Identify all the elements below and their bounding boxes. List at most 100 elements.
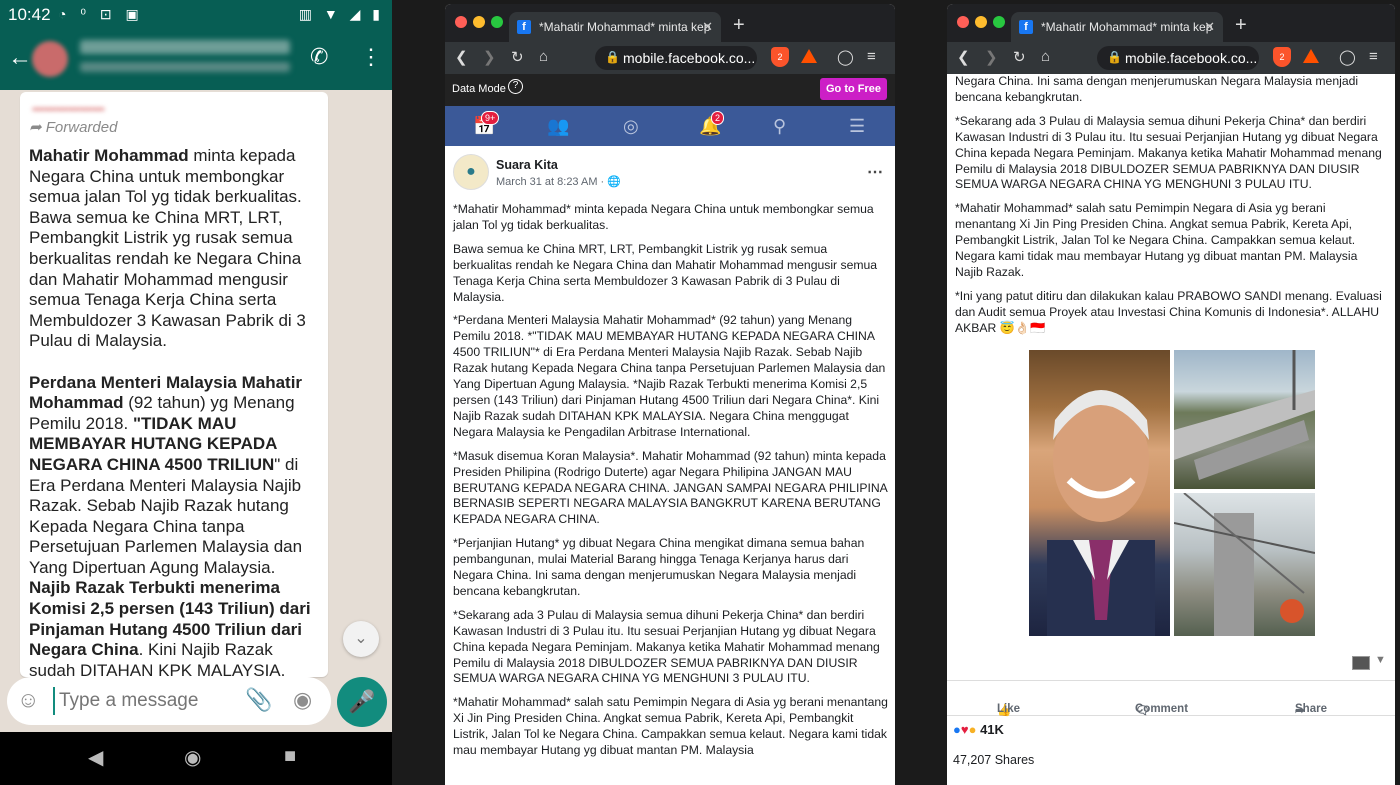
- back-icon[interactable]: ❮: [455, 48, 468, 66]
- avatar[interactable]: [32, 41, 68, 77]
- home-icon[interactable]: ⌂: [1041, 48, 1050, 65]
- post-paragraph: *Sekarang ada 3 Pulau di Malaysia semua …: [453, 607, 880, 686]
- comment-label: Comment: [1135, 703, 1189, 715]
- chat-header: ← ✆ ⋮: [0, 30, 392, 90]
- forwarded-indicator: ➦ Forwarded: [29, 118, 320, 140]
- maximize-window-icon[interactable]: [993, 16, 1005, 28]
- post-photo-construction-2[interactable]: [1174, 493, 1315, 636]
- menu-icon[interactable]: ≡: [867, 48, 876, 65]
- mic-icon[interactable]: 🎤: [337, 677, 387, 727]
- browser-tab[interactable]: f *Mahatir Mohammad* minta kep ✕: [509, 12, 721, 42]
- scroll-down-icon[interactable]: ⌄: [343, 621, 379, 657]
- new-tab-icon[interactable]: +: [1235, 14, 1247, 37]
- post-photo-construction-1[interactable]: [1174, 350, 1315, 489]
- facebook-icon: f: [517, 20, 531, 34]
- browser-window-left: f *Mahatir Mohammad* minta kep ✕ + ❮ ❯ ↻…: [445, 4, 895, 785]
- reactions-summary[interactable]: ●♥● 41K: [953, 722, 1004, 737]
- like-label: Like: [997, 703, 1021, 715]
- construction-illustration: [1174, 350, 1315, 480]
- post-date-text: March 31 at 8:23 AM ·: [496, 176, 608, 188]
- nav-recents-icon[interactable]: ■: [284, 745, 296, 768]
- messenger-icon[interactable]: ◎: [623, 116, 639, 137]
- facebook-nav-bar: 📅 9+ 👥 ◎ 🔔 2 ⚲ ☰: [445, 106, 895, 146]
- emoji-icon[interactable]: ☺: [17, 687, 39, 713]
- go-to-free-button[interactable]: Go to Free: [819, 78, 887, 100]
- reload-icon[interactable]: ↻: [1013, 48, 1026, 66]
- tab-bar: f *Mahatir Mohammad* minta kep ✕ +: [445, 4, 895, 42]
- close-window-icon[interactable]: [957, 16, 969, 28]
- address-bar[interactable]: 🔒 mobile.facebook.co...: [595, 46, 757, 70]
- status-icons-left: ◔ ⁰ ⊡ ▣: [58, 6, 144, 22]
- page-name[interactable]: Suara Kita: [496, 158, 558, 172]
- close-window-icon[interactable]: [455, 16, 467, 28]
- profile-icon[interactable]: ◯: [1339, 48, 1356, 66]
- facebook-post: ● Suara Kita March 31 at 8:23 AM · 🌐 ⋯ *…: [445, 146, 895, 785]
- help-icon[interactable]: ?: [508, 79, 523, 94]
- back-icon[interactable]: ❮: [957, 48, 970, 66]
- arrow-left-icon[interactable]: ←: [8, 44, 32, 72]
- post-body: *Mahatir Mohammad* minta kepada Negara C…: [453, 202, 889, 767]
- tab-bar: f *Mahatir Mohammad* minta kep ✕ +: [947, 4, 1395, 42]
- browser-tab[interactable]: f *Mahatir Mohammad* minta kep ✕: [1011, 12, 1223, 42]
- message-bubble: ▬▬▬▬▬▬ ➦ Forwarded Mahatir Mohammad mint…: [20, 92, 328, 677]
- message-text: Mahatir Mohammad minta kepada Negara Chi…: [29, 146, 320, 677]
- public-icon: 🌐: [607, 176, 621, 188]
- more-options-icon[interactable]: ⋯: [867, 162, 883, 182]
- reload-icon[interactable]: ↻: [511, 48, 524, 66]
- hamburger-menu-icon[interactable]: ☰: [849, 116, 865, 137]
- post-paragraph: *Perjanjian Hutang* yg dibuat Negara Chi…: [453, 536, 865, 598]
- forward-icon[interactable]: ❯: [483, 48, 496, 66]
- shares-count[interactable]: 47,207 Shares: [953, 753, 1034, 767]
- menu-icon[interactable]: ≡: [1369, 48, 1378, 65]
- post-date[interactable]: March 31 at 8:23 AM · 🌐: [496, 175, 621, 188]
- close-tab-icon[interactable]: ✕: [702, 19, 713, 35]
- chevron-down-icon[interactable]: ▼: [1375, 654, 1386, 666]
- more-vert-icon[interactable]: ⋮: [360, 44, 382, 70]
- brave-shield-icon[interactable]: 2: [771, 47, 789, 67]
- address-bar[interactable]: 🔒 mobile.facebook.co...: [1097, 46, 1259, 70]
- browser-toolbar: ❮ ❯ ↻ ⌂ 🔒 mobile.facebook.co... 2 ◯ ≡: [445, 42, 895, 74]
- notifications-badge: 2: [711, 111, 725, 125]
- home-icon[interactable]: ⌂: [539, 48, 548, 65]
- profile-icon[interactable]: ◯: [837, 48, 854, 66]
- browser-window-right: f *Mahatir Mohammad* minta kep ✕ + ❮ ❯ ↻…: [947, 4, 1395, 785]
- page-avatar[interactable]: ●: [453, 154, 489, 190]
- contact-name-blurred[interactable]: [80, 40, 290, 54]
- post-paragraph: *Mahatir Mohammad* minta kepada Negara C…: [453, 202, 874, 232]
- post-photo-portrait[interactable]: [1029, 350, 1170, 636]
- new-tab-icon[interactable]: +: [733, 14, 745, 37]
- minimize-window-icon[interactable]: [975, 16, 987, 28]
- forward-arrow-icon: ➦: [29, 119, 42, 136]
- love-reaction-icon: ♥: [960, 722, 969, 737]
- nav-home-icon[interactable]: ◉: [184, 745, 201, 770]
- post-paragraph: *Perdana Menteri Malaysia Mahatir Mohamm…: [453, 313, 886, 439]
- share-label: Share: [1295, 703, 1327, 715]
- data-mode-bar: Data Mode ? Go to Free: [445, 74, 895, 106]
- brave-shield-icon[interactable]: 2: [1273, 47, 1291, 67]
- minimize-window-icon[interactable]: [473, 16, 485, 28]
- camera-icon[interactable]: ◉: [293, 687, 312, 713]
- reactions-count: 41K: [980, 722, 1004, 737]
- data-mode-label: Data Mode: [452, 83, 506, 95]
- like-reaction-icon: ●: [953, 722, 961, 737]
- friends-icon[interactable]: 👥: [547, 116, 569, 137]
- url-text: mobile.facebook.co...: [1125, 50, 1258, 66]
- android-nav-bar: ◀ ◉ ■: [0, 732, 392, 785]
- brave-rewards-icon[interactable]: [801, 49, 817, 63]
- contact-status-blurred: [80, 62, 290, 72]
- brave-rewards-icon[interactable]: [1303, 49, 1319, 63]
- tab-title: *Mahatir Mohammad* minta kep: [539, 20, 711, 34]
- forward-icon[interactable]: ❯: [985, 48, 998, 66]
- attach-icon[interactable]: 📎: [245, 687, 272, 713]
- maximize-window-icon[interactable]: [491, 16, 503, 28]
- nav-back-icon[interactable]: ◀: [88, 745, 103, 770]
- audience-avatar[interactable]: [1352, 656, 1370, 670]
- facebook-icon: f: [1019, 20, 1033, 34]
- whatsapp-screen: 10:42 ◔ ⁰ ⊡ ▣ ▥ ▼ ◢ ▮ ← ✆ ⋮ ▬▬▬▬▬▬ ➦ For…: [0, 0, 392, 785]
- search-icon[interactable]: ⚲: [773, 116, 786, 137]
- facebook-post-continued: Negara China. Ini sama dengan menjerumus…: [947, 74, 1395, 785]
- add-call-icon[interactable]: ✆: [310, 44, 328, 70]
- portrait-illustration: [1047, 390, 1155, 636]
- close-tab-icon[interactable]: ✕: [1204, 19, 1215, 35]
- message-input[interactable]: [53, 687, 233, 715]
